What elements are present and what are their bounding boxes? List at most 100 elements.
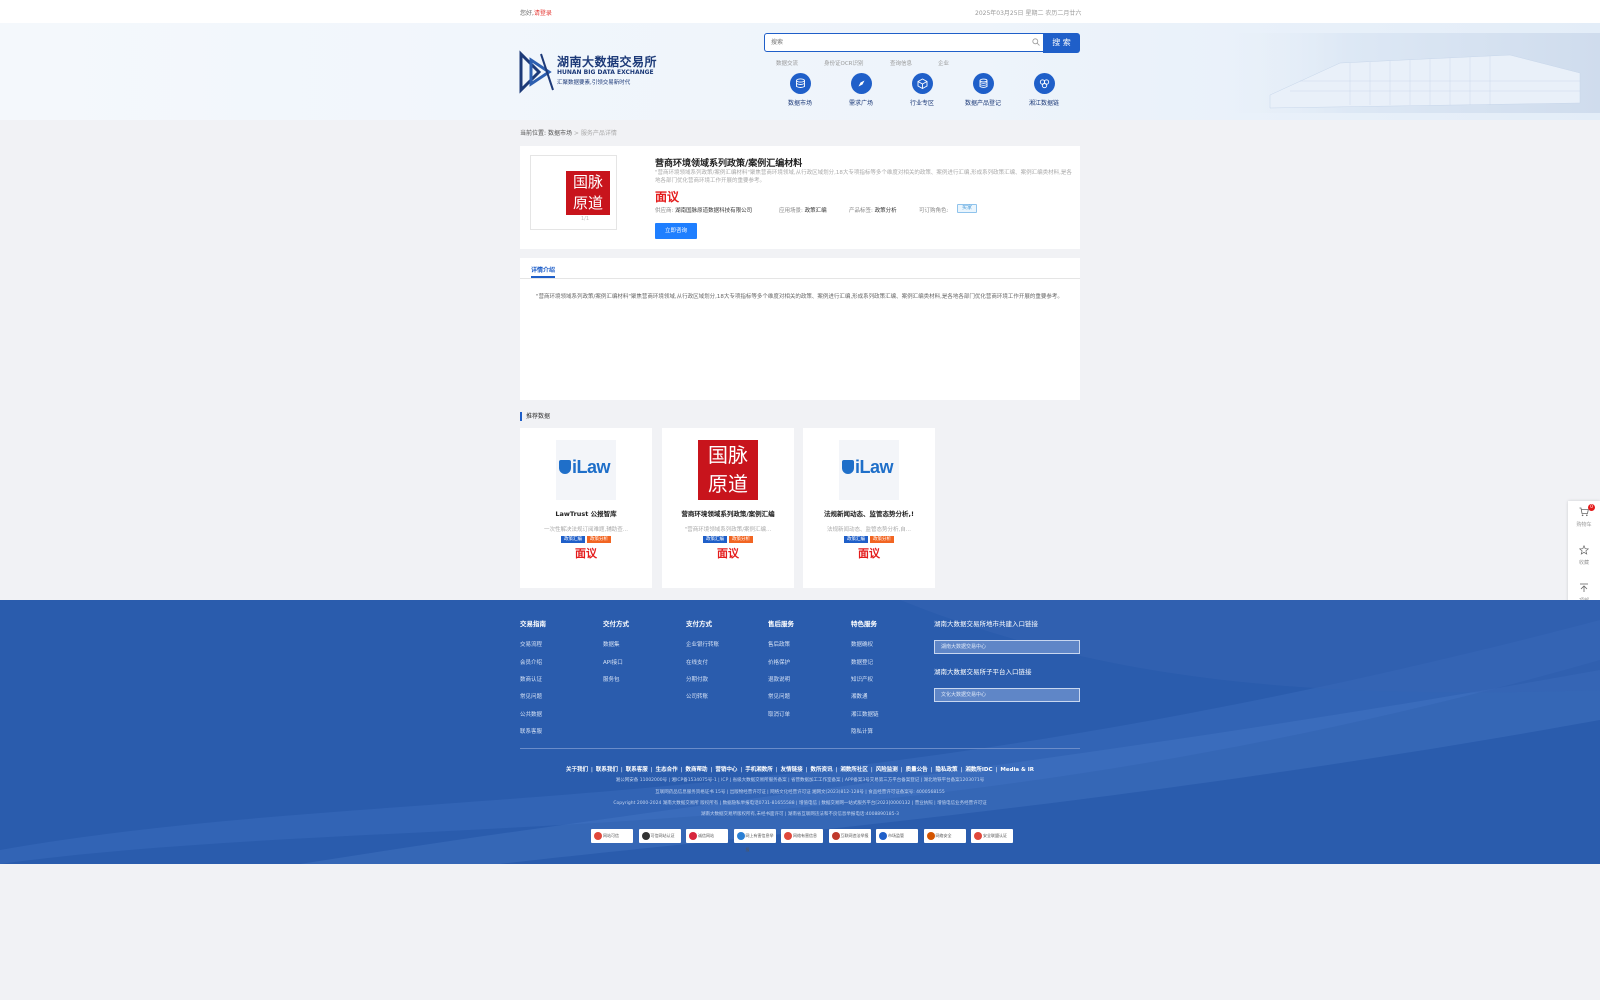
- nav-industry-zone[interactable]: 行业专区: [897, 73, 947, 107]
- footer-link[interactable]: 公司转账: [686, 692, 708, 700]
- certification-badge[interactable]: 互联网违法举报: [828, 829, 871, 843]
- breadcrumb-link[interactable]: 数据市场: [548, 130, 572, 137]
- footer-bottom-link[interactable]: 友情链接: [781, 767, 803, 773]
- footer-link[interactable]: 价格保护: [768, 658, 790, 666]
- link-separator: |: [680, 767, 683, 773]
- footer-link[interactable]: 数据确权: [851, 640, 873, 648]
- detail-tabbar: [520, 258, 1080, 279]
- certification-badge[interactable]: 网站可信: [591, 829, 633, 843]
- favorite-button[interactable]: 收藏: [1568, 544, 1600, 566]
- certification-badge[interactable]: 可信网站认证: [638, 829, 681, 843]
- footer-link[interactable]: 分期付款: [686, 675, 708, 683]
- footer-link[interactable]: 数据集: [603, 640, 620, 648]
- nav-xiangjiang-chain[interactable]: 湘江数据链: [1019, 73, 1069, 107]
- meta-label: 应用场景:: [779, 208, 803, 214]
- quick-link[interactable]: 数据交流: [776, 59, 798, 67]
- footer-bottom-link[interactable]: Media & IR: [1000, 767, 1034, 773]
- footer-link[interactable]: 联系客服: [520, 727, 542, 735]
- breadcrumb-current: 服务产品详情: [580, 130, 617, 137]
- footer-column-title: 交易指南: [520, 620, 546, 628]
- logo-line: 原道: [708, 472, 748, 496]
- certification-badge[interactable]: 网络有害信息: [781, 829, 823, 843]
- badge-icon: [689, 832, 697, 840]
- nav-demand-square[interactable]: 需求广场: [836, 73, 886, 107]
- certification-badge[interactable]: 网上有害信息举报: [733, 829, 776, 852]
- recommend-card[interactable]: iLaw LawTrust 公报智库 一次性解决法规订阅难题,辅助查... 政策…: [520, 428, 652, 588]
- footer-bottom-link[interactable]: 数所资讯: [810, 767, 832, 773]
- recommend-card[interactable]: 国脉 原道 营商环境领域系列政策/案例汇编 "营商环境领域系列政策/案例汇编..…: [662, 428, 794, 588]
- footer-link[interactable]: 会员介绍: [520, 658, 542, 666]
- tab-detail[interactable]: 详情介绍: [531, 265, 555, 274]
- footer-bottom-link[interactable]: 关于我们: [566, 767, 588, 773]
- quick-link[interactable]: 查询信息: [890, 59, 912, 67]
- footer-link[interactable]: 服务包: [603, 675, 620, 683]
- footer-link[interactable]: 常见问题: [520, 692, 542, 700]
- recommend-card[interactable]: iLaw 法规新闻动态、监管态势分析,! 法规新闻动态、监管态势分析,自... …: [803, 428, 935, 588]
- link-separator: |: [900, 767, 903, 773]
- footer-link[interactable]: 湘江数据链: [851, 710, 879, 718]
- card-tags: 政策汇编 政策分析: [662, 536, 794, 543]
- link-separator: |: [740, 767, 743, 773]
- link-icon: [1033, 73, 1055, 94]
- footer-bottom-link[interactable]: 数商帮助: [685, 767, 707, 773]
- footer-bottom-link[interactable]: 手机湘数所: [745, 767, 773, 773]
- footer-link[interactable]: 企业银行转账: [686, 640, 719, 648]
- footer-link[interactable]: 售后政策: [768, 640, 790, 648]
- search-icon[interactable]: [1032, 38, 1040, 46]
- footer-link[interactable]: 湘数通: [851, 692, 868, 700]
- certification-badge[interactable]: 市场监管: [876, 829, 918, 843]
- quick-link[interactable]: 企业: [938, 59, 949, 67]
- nav-product-register[interactable]: 数据产品登记: [958, 73, 1008, 107]
- link-separator: |: [835, 767, 838, 773]
- footer-link[interactable]: 知识产权: [851, 675, 873, 683]
- footer-bottom-link[interactable]: 隐私政策: [935, 767, 957, 773]
- badge-label: 网络安全: [935, 833, 952, 838]
- footer-link[interactable]: 数据登记: [851, 658, 873, 666]
- footer-bottom-link[interactable]: 联系客服: [626, 767, 648, 773]
- footer-link[interactable]: 常见问题: [768, 692, 790, 700]
- cube-icon: [911, 73, 933, 94]
- shield-icon: [559, 460, 571, 474]
- footer-bottom-link[interactable]: 质量公告: [906, 767, 928, 773]
- footer-link[interactable]: API接口: [603, 658, 623, 666]
- cart-button[interactable]: 购物车: [1568, 507, 1600, 528]
- footer-link[interactable]: 退款说明: [768, 675, 790, 683]
- footer-bottom-link[interactable]: 营销中心: [715, 767, 737, 773]
- ilaw-logo: iLaw: [839, 440, 899, 500]
- footer-link[interactable]: 取消订单: [768, 710, 790, 718]
- nav-data-market[interactable]: 数据市场: [775, 73, 825, 107]
- quick-link[interactable]: 身份证OCR识别: [824, 59, 864, 67]
- footer-bottom-link[interactable]: 联系我们: [596, 767, 618, 773]
- favorite-label: 收藏: [1578, 560, 1589, 566]
- badge-icon: [784, 832, 792, 840]
- badge-label: 诚信网站: [698, 833, 714, 838]
- city-portal-select[interactable]: 湖南大数据交易中心: [934, 640, 1080, 654]
- footer-bottom-link[interactable]: 生态合作: [656, 767, 678, 773]
- search-input[interactable]: [765, 34, 1025, 51]
- sub-platform-select[interactable]: 文化大数据交易中心: [934, 688, 1080, 702]
- badge-icon: [974, 832, 982, 840]
- footer-link[interactable]: 数商认证: [520, 675, 542, 683]
- footer-link[interactable]: 交易流程: [520, 640, 542, 648]
- certification-badge[interactable]: 网络安全: [923, 829, 966, 843]
- scene-meta: 应用场景: 政策汇编: [779, 206, 827, 214]
- logo-name-cn: 湖南大数据交易所: [557, 55, 658, 69]
- search-box: [764, 33, 1044, 52]
- certification-badge[interactable]: 诚信网站: [686, 829, 728, 843]
- footer-bottom-link[interactable]: 湘数所社区: [840, 767, 868, 773]
- badge-label: 网络有害信息: [793, 833, 817, 838]
- footer-link[interactable]: 在线支付: [686, 658, 708, 666]
- search-button[interactable]: 搜 索: [1043, 33, 1080, 53]
- footer-bottom-link[interactable]: 风险监测: [876, 767, 898, 773]
- login-link[interactable]: 请登录: [534, 10, 552, 17]
- certification-badge[interactable]: 安全联盟认证: [971, 829, 1013, 843]
- legal-line: 互联网药品信息服务资格证书 15号 | 出版物经营许可证 | 网络文化经营许可证…: [655, 790, 945, 795]
- footer-link[interactable]: 公共数据: [520, 710, 542, 718]
- footer-column-title: 支付方式: [686, 620, 712, 628]
- link-separator: |: [960, 767, 963, 773]
- consult-button[interactable]: 立即咨询: [655, 223, 697, 239]
- recommend-title: 推荐数据: [520, 412, 550, 421]
- footer-column-title: 特色服务: [851, 620, 877, 628]
- footer-link[interactable]: 隐私计算: [851, 727, 873, 735]
- footer-bottom-link[interactable]: 湘数所IDC: [965, 767, 992, 773]
